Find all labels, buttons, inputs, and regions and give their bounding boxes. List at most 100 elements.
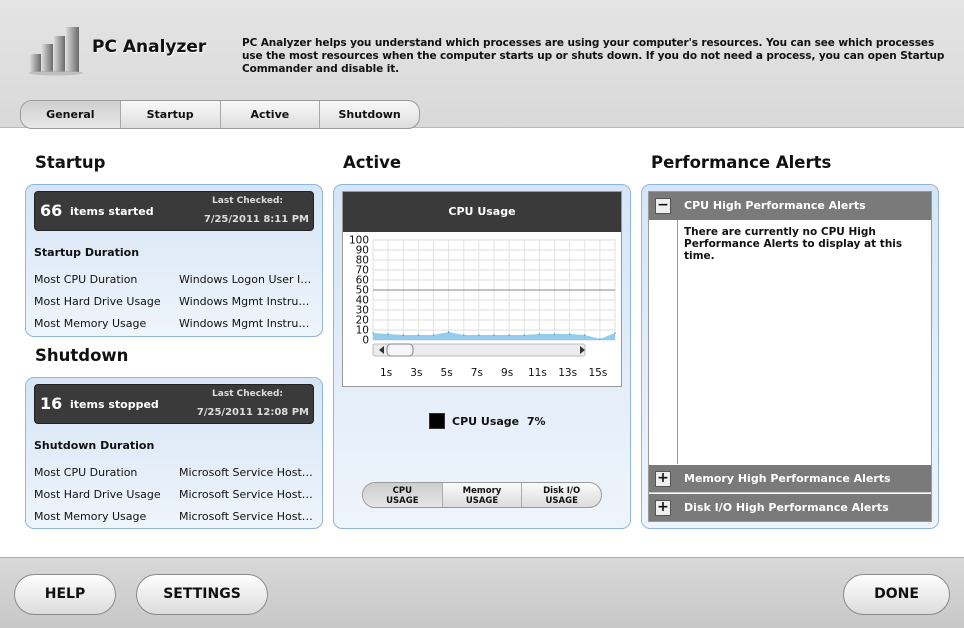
cpu-alerts-header[interactable]: − CPU High Performance Alerts bbox=[649, 192, 931, 220]
shutdown-row-label: Most Hard Drive Usage bbox=[34, 488, 161, 501]
startup-row-value: Windows Logon User Interface Host bbox=[179, 273, 313, 286]
shutdown-last-checked-label: Last Checked: bbox=[212, 389, 283, 399]
legend-value: 7% bbox=[526, 415, 546, 428]
data-point bbox=[447, 331, 450, 333]
startup-row-value: Windows Mgmt Instrumentation bbox=[179, 317, 313, 330]
memory-usage-button[interactable]: Memory USAGE bbox=[443, 483, 523, 507]
footer: HELP SETTINGS DONE bbox=[0, 557, 964, 628]
shutdown-title: Shutdown bbox=[35, 346, 129, 365]
shutdown-row-value: Microsoft Service Host Process bbox=[179, 466, 313, 479]
shutdown-summary-bar: 16 items stopped Last Checked: 7/25/2011… bbox=[34, 384, 314, 424]
data-point bbox=[387, 333, 389, 335]
x-tick-label: 5s bbox=[441, 367, 453, 379]
cpu-alerts-title: CPU High Performance Alerts bbox=[684, 199, 866, 212]
button-line: Memory bbox=[462, 486, 502, 496]
shutdown-row-cpu: Most CPU Duration Microsoft Service Host… bbox=[34, 466, 313, 482]
chart-scrollbar-thumb bbox=[386, 343, 414, 357]
data-point bbox=[614, 332, 616, 334]
memory-alerts-header[interactable]: + Memory High Performance Alerts bbox=[649, 465, 931, 493]
x-tick-label: 13s bbox=[558, 367, 577, 379]
active-title: Active bbox=[343, 153, 402, 172]
button-line: USAGE bbox=[545, 496, 578, 506]
tab-general[interactable]: General bbox=[21, 101, 121, 128]
startup-row-memory: Most Memory Usage Windows Mgmt Instrumen… bbox=[34, 317, 313, 333]
settings-button[interactable]: SETTINGS bbox=[136, 574, 268, 615]
tab-bar: General Startup Active Shutdown bbox=[20, 100, 420, 129]
shutdown-count-label: items stopped bbox=[70, 398, 159, 411]
startup-row-label: Most CPU Duration bbox=[34, 273, 138, 286]
tab-active[interactable]: Active bbox=[221, 101, 321, 128]
x-tick-label: 11s bbox=[528, 367, 547, 379]
startup-count-label: items started bbox=[70, 205, 154, 218]
startup-title: Startup bbox=[35, 153, 106, 172]
shutdown-row-disk: Most Hard Drive Usage Microsoft Service … bbox=[34, 488, 313, 504]
data-point bbox=[583, 334, 586, 336]
help-button[interactable]: HELP bbox=[14, 574, 116, 615]
legend-swatch bbox=[429, 413, 445, 429]
legend-label: CPU Usage bbox=[452, 415, 520, 428]
data-point bbox=[493, 334, 495, 336]
alert-divider bbox=[677, 220, 678, 464]
startup-summary-bar: 66 items started Last Checked: 7/25/2011… bbox=[34, 191, 314, 231]
data-point bbox=[432, 334, 435, 336]
x-tick-label: 1s bbox=[380, 367, 392, 379]
alerts-title: Performance Alerts bbox=[651, 153, 832, 172]
cpu-usage-button[interactable]: CPU USAGE bbox=[363, 483, 443, 507]
cpu-chart: CPU Usage 100 90 80 70 60 50 40 30 20 10 0 1s 3s 5s 7s… bbox=[342, 191, 622, 387]
button-line: Disk I/O bbox=[543, 486, 581, 496]
shutdown-panel: 16 items stopped Last Checked: 7/25/2011… bbox=[25, 377, 323, 529]
shutdown-last-checked-date: 7/25/2011 12:08 PM bbox=[196, 407, 309, 418]
usage-toggle: CPU USAGE Memory USAGE Disk I/O USAGE bbox=[362, 482, 602, 508]
startup-count: 66 bbox=[40, 201, 63, 220]
cpu-usage-legend: CPU Usage 7% bbox=[452, 415, 546, 428]
y-tick-label: 0 bbox=[362, 335, 369, 347]
data-point bbox=[508, 334, 510, 336]
data-point bbox=[568, 333, 571, 335]
x-tick-label: 3s bbox=[410, 367, 422, 379]
button-line: USAGE bbox=[386, 496, 419, 506]
startup-last-checked-label: Last Checked: bbox=[212, 196, 283, 206]
data-point bbox=[523, 334, 526, 336]
startup-row-label: Most Memory Usage bbox=[34, 317, 147, 330]
alerts-panel: − CPU High Performance Alerts There are … bbox=[641, 184, 939, 529]
data-point bbox=[402, 334, 405, 336]
collapse-minus-icon[interactable]: − bbox=[655, 198, 671, 214]
memory-alerts-title: Memory High Performance Alerts bbox=[684, 472, 891, 485]
data-point bbox=[417, 334, 420, 336]
data-point bbox=[538, 333, 541, 335]
startup-row-value: Windows Mgmt Instrumentation bbox=[179, 295, 313, 308]
app-description: PC Analyzer helps you understand which p… bbox=[242, 37, 945, 75]
expand-plus-icon[interactable]: + bbox=[655, 471, 671, 487]
button-line: CPU bbox=[392, 486, 413, 496]
expand-plus-icon[interactable]: + bbox=[655, 500, 671, 516]
disk-alerts-header[interactable]: + Disk I/O High Performance Alerts bbox=[649, 494, 931, 521]
startup-row-cpu: Most CPU Duration Windows Logon User Int… bbox=[34, 273, 313, 289]
active-panel: CPU Usage 100 90 80 70 60 50 40 30 20 10 0 1s 3s 5s 7s… bbox=[333, 184, 631, 529]
done-button[interactable]: DONE bbox=[843, 574, 950, 615]
startup-duration-title: Startup Duration bbox=[34, 246, 140, 259]
cpu-usage-chart-svg: 10090807060504030201001s 3s 5s 7s 9s 11s 13s 15… bbox=[349, 235, 616, 379]
button-line: USAGE bbox=[465, 496, 499, 506]
tab-shutdown[interactable]: Shutdown bbox=[320, 101, 419, 128]
data-point bbox=[553, 333, 556, 335]
startup-row-disk: Most Hard Drive Usage Windows Mgmt Instr… bbox=[34, 295, 313, 311]
data-point bbox=[372, 332, 374, 334]
tab-startup[interactable]: Startup bbox=[121, 101, 221, 128]
disk-usage-button[interactable]: Disk I/O USAGE bbox=[522, 483, 601, 507]
app-title: PC Analyzer bbox=[92, 37, 207, 57]
x-tick-label: 9s bbox=[501, 367, 513, 379]
bar-chart-logo-icon bbox=[29, 27, 83, 76]
shutdown-row-label: Most CPU Duration bbox=[34, 466, 138, 479]
x-tick-label: 7s bbox=[471, 367, 483, 379]
alerts-list: − CPU High Performance Alerts There are … bbox=[648, 191, 932, 522]
x-tick-label: 15s bbox=[588, 367, 607, 379]
startup-panel: 66 items started Last Checked: 7/25/2011… bbox=[25, 184, 323, 337]
shutdown-row-memory: Most Memory Usage Microsoft Service Host… bbox=[34, 510, 313, 526]
shutdown-row-label: Most Memory Usage bbox=[34, 510, 147, 523]
shutdown-row-value: Microsoft Service Host Process bbox=[179, 488, 313, 501]
cpu-alerts-message: There are currently no CPU High Performa… bbox=[684, 226, 903, 262]
startup-last-checked-date: 7/25/2011 8:11 PM bbox=[203, 214, 309, 225]
chart-title: CPU Usage bbox=[343, 192, 621, 232]
disk-alerts-title: Disk I/O High Performance Alerts bbox=[684, 501, 889, 514]
shutdown-count: 16 bbox=[40, 394, 63, 413]
